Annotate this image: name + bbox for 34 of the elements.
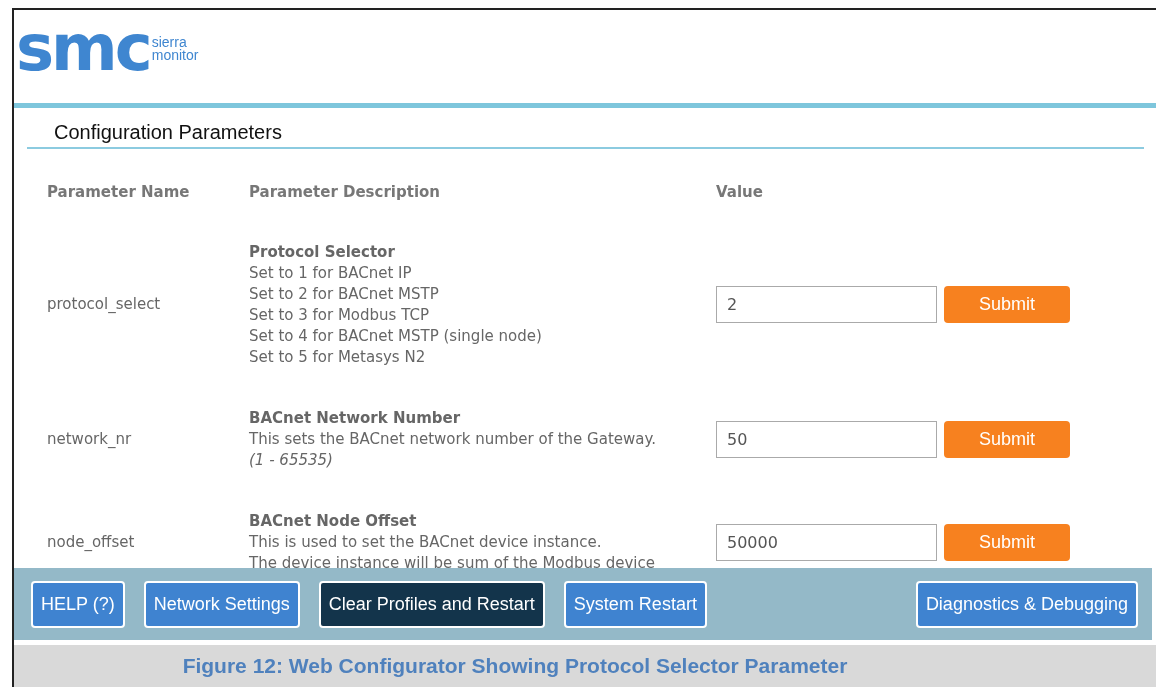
logo-tagline: sierra [151, 36, 187, 49]
parameter-title: Protocol Selector [249, 241, 396, 263]
description-line: Set to 2 for BACnet MSTP [249, 283, 440, 305]
value-field[interactable]: 2 [716, 286, 937, 323]
nav-button[interactable]: Clear Profiles and Restart [318, 580, 545, 628]
nav-button[interactable]: Network Settings [143, 580, 300, 628]
nav-button[interactable]: Diagnostics & Debugging [915, 580, 1138, 628]
range-note: (1 - 65535) [249, 449, 334, 471]
logo-mark: smc [16, 20, 150, 76]
description-line: This sets the BACnet network number of the Gateway. [249, 428, 657, 450]
parameter-name: protocol_select [47, 295, 161, 314]
logo-tagline: monitor [151, 49, 199, 62]
parameter-title: BACnet Network Number [249, 407, 462, 429]
column-header: Parameter Description [249, 183, 440, 201]
description-line: Set to 5 for Metasys N2 [249, 346, 427, 368]
description-line: Set to 4 for BACnet MSTP (single node) [249, 325, 543, 347]
description-line: The device instance will be sum of the Modbus device [249, 552, 656, 568]
parameter-title: BACnet Node Offset [249, 510, 418, 532]
description-line: This is used to set the BACnet device instance. [249, 531, 603, 553]
figure-caption: Figure 12: Web Configurator Showing Protocol Selector Parameter [182, 653, 848, 680]
value-field[interactable]: 50000 [716, 523, 937, 561]
column-header: Parameter Name [47, 183, 190, 201]
parameter-name: node_offset [47, 532, 135, 551]
nav-button[interactable]: HELP (?) [31, 580, 125, 628]
submit-button[interactable]: Submit [944, 523, 1070, 561]
description-line: Set to 3 for Modbus TCP [249, 304, 430, 326]
parameter-name: network_nr [47, 429, 132, 448]
column-header: Value [716, 183, 763, 201]
section-title: Configuration Parameters [54, 121, 282, 143]
description-line: Set to 1 for BACnet IP [249, 262, 413, 284]
submit-button[interactable]: Submit [944, 286, 1070, 323]
submit-button[interactable]: Submit [944, 420, 1070, 458]
value-field[interactable]: 50 [716, 420, 937, 458]
nav-button[interactable]: System Restart [563, 580, 707, 628]
